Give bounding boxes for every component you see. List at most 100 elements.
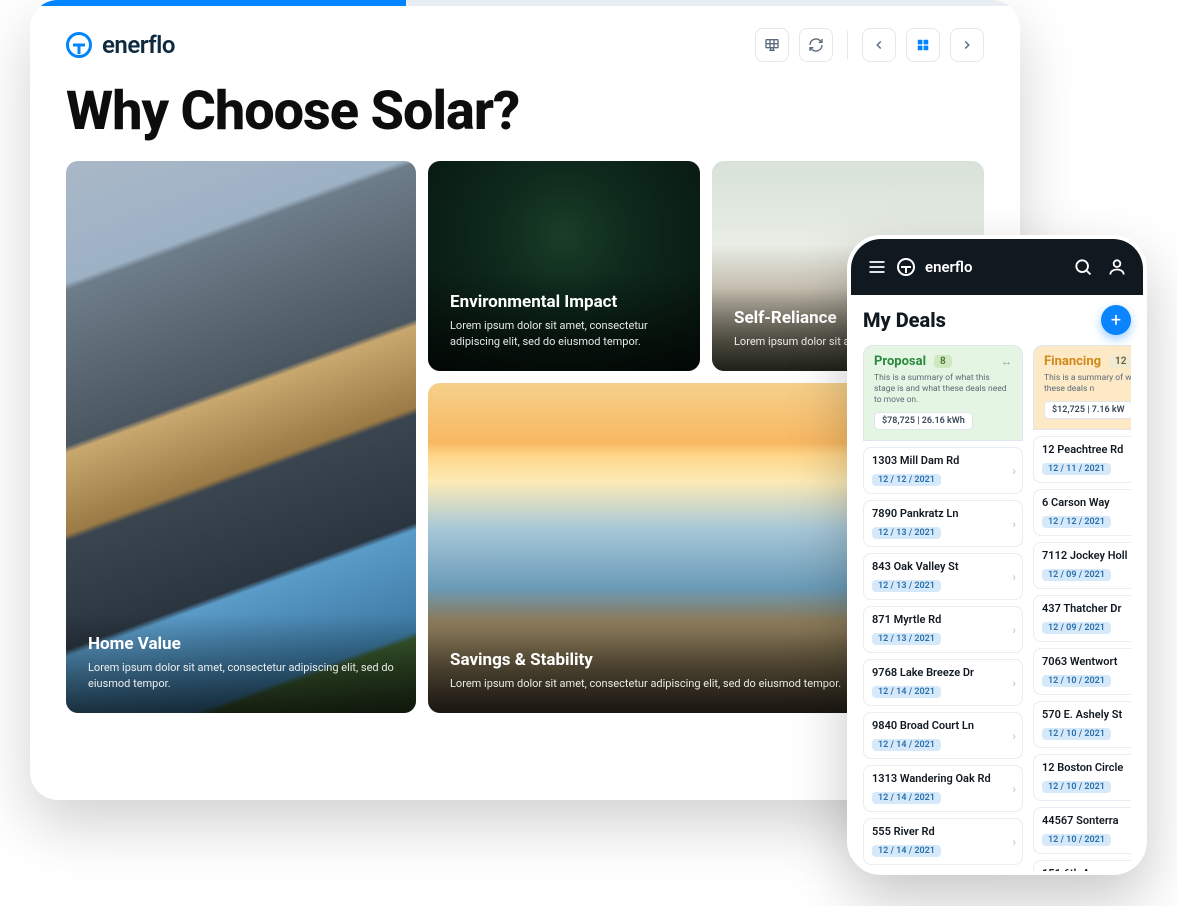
deal-date-badge: 12 / 11 / 2021	[1042, 463, 1111, 475]
card-title: Home Value	[88, 634, 394, 654]
phone-body: My Deals + Proposal 8 ↔ This is a summary o…	[851, 295, 1143, 871]
deal-address: 9768 Lake Breeze Dr	[872, 666, 1014, 679]
deal-address: 437 Thatcher Dr	[1042, 602, 1131, 615]
deal-address: 570 E. Ashely St	[1042, 708, 1131, 721]
deal-address: 151 6th Avenue	[1042, 867, 1131, 871]
deal-date-badge: 12 / 10 / 2021	[1042, 781, 1111, 793]
deal-row[interactable]: 9768 Lake Breeze Dr 12 / 14 / 2021 ›	[863, 659, 1023, 706]
chevron-left-icon[interactable]	[862, 28, 896, 62]
phone-header: enerflo	[851, 239, 1143, 295]
deal-date-badge: 12 / 14 / 2021	[872, 686, 941, 698]
deal-row[interactable]: 555 River Rd 12 / 14 / 2021 ›	[863, 818, 1023, 865]
chevron-right-icon: ›	[1012, 464, 1016, 478]
chevron-right-icon: ›	[1012, 517, 1016, 531]
deal-address: 555 River Rd	[872, 825, 1014, 838]
deal-date-badge: 12 / 10 / 2021	[1042, 675, 1111, 687]
deal-address: 12 Boston Circle	[1042, 761, 1131, 774]
card-title: Environmental Impact	[450, 292, 678, 312]
phone-window: enerflo My Deals + Proposal 8 ↔ This is a s…	[847, 235, 1147, 875]
deal-row[interactable]: 151 6th Avenue12 / 11 / 2021›	[1033, 860, 1131, 871]
hamburger-icon[interactable]	[867, 257, 887, 277]
deal-date-badge: 12 / 13 / 2021	[872, 527, 941, 539]
deal-address: 7890 Pankratz Ln	[872, 507, 1014, 520]
deal-row[interactable]: 9840 Broad Court Ln 12 / 14 / 2021 ›	[863, 712, 1023, 759]
deal-date-badge: 12 / 12 / 2021	[872, 474, 941, 486]
kanban-column-proposal: Proposal 8 ↔ This is a summary of what this…	[863, 345, 1023, 871]
card-subtitle: Lorem ipsum dolor sit amet, consectetur …	[450, 676, 870, 691]
deal-date-badge: 12 / 14 / 2021	[872, 739, 941, 751]
card-subtitle: Lorem ipsum dolor sit amet, consectetur …	[450, 318, 678, 349]
stage-name: Proposal	[874, 354, 926, 369]
deal-row[interactable]: 437 Thatcher Dr12 / 09 / 2021›	[1033, 595, 1131, 642]
deal-date-badge: 12 / 09 / 2021	[1042, 622, 1111, 634]
deal-date-badge: 12 / 13 / 2021	[872, 633, 941, 645]
grid-icon[interactable]	[906, 28, 940, 62]
deal-row[interactable]: 7063 Wentwort12 / 10 / 2021›	[1033, 648, 1131, 695]
brand: enerflo	[66, 31, 175, 59]
card-subtitle: Lorem ipsum dolor sit amet, consectetur …	[88, 660, 394, 691]
chevron-right-icon: ›	[1012, 676, 1016, 690]
page-title: Why Choose Solar?	[66, 80, 984, 143]
deal-row[interactable]: 843 Oak Valley St 12 / 13 / 2021 ›	[863, 553, 1023, 600]
deal-address: 7112 Jockey Holl	[1042, 549, 1131, 562]
page-title: My Deals	[863, 308, 946, 332]
deal-address: 44567 Sonterra	[1042, 814, 1131, 827]
stage-metric: $78,725 | 26.16 kWh	[874, 412, 973, 430]
deal-date-badge: 12 / 10 / 2021	[1042, 728, 1111, 740]
deal-address: 843 Oak Valley St	[872, 560, 1014, 573]
deal-row[interactable]: 44567 Sonterra12 / 10 / 2021›	[1033, 807, 1131, 854]
chevron-right-icon[interactable]	[950, 28, 984, 62]
chevron-right-icon: ›	[1012, 729, 1016, 743]
stage-description: This is a summary of what this stage is …	[874, 373, 1012, 406]
expand-icon[interactable]: ↔	[1001, 355, 1012, 368]
toolbar	[755, 28, 984, 62]
deal-address: 871 Myrtle Rd	[872, 613, 1014, 626]
add-button[interactable]: +	[1101, 305, 1131, 335]
chevron-right-icon: ›	[1012, 623, 1016, 637]
brand-logo-icon	[897, 258, 915, 276]
card-environmental-impact[interactable]: Environmental Impact Lorem ipsum dolor s…	[428, 161, 700, 371]
refresh-icon[interactable]	[799, 28, 833, 62]
deal-row[interactable]: 12 Peachtree Rd12 / 11 / 2021›	[1033, 436, 1131, 483]
brand-wordmark: enerflo	[102, 31, 175, 59]
deal-row[interactable]: 871 Myrtle Rd 12 / 13 / 2021 ›	[863, 606, 1023, 653]
deal-date-badge: 12 / 14 / 2021	[872, 845, 941, 857]
chevron-right-icon: ›	[1012, 570, 1016, 584]
progress-bar	[30, 0, 1020, 6]
tablet-header: enerflo	[30, 6, 1020, 72]
column-header[interactable]: Proposal 8 ↔ This is a summary of what this…	[863, 345, 1023, 441]
stage-description: This is a summary of w and what these de…	[1044, 373, 1131, 395]
chevron-right-icon: ›	[1012, 782, 1016, 796]
deal-row[interactable]: 7890 Pankratz Ln 12 / 13 / 2021 ›	[863, 500, 1023, 547]
deal-row[interactable]: 1303 Mill Dam Rd 12 / 12 / 2021 ›	[863, 447, 1023, 494]
deal-row[interactable]: 1313 Wandering Oak Rd12 / 14 / 2021›	[863, 765, 1023, 812]
deal-address: 12 Peachtree Rd	[1042, 443, 1131, 456]
deal-row[interactable]: 7112 Jockey Holl12 / 09 / 2021›	[1033, 542, 1131, 589]
deal-row[interactable]: 12 Boston Circle12 / 10 / 2021›	[1033, 754, 1131, 801]
search-icon[interactable]	[1073, 257, 1093, 277]
brand-logo-icon	[66, 32, 92, 58]
deal-row[interactable]: 570 E. Ashely St12 / 10 / 2021›	[1033, 701, 1131, 748]
toolbar-divider	[847, 31, 848, 59]
user-icon[interactable]	[1107, 257, 1127, 277]
stage-count-badge: 8	[934, 355, 952, 368]
deal-address: 6 Carson Way	[1042, 496, 1131, 509]
stage-count-badge: 12	[1109, 355, 1131, 368]
chevron-right-icon: ›	[1012, 835, 1016, 849]
deal-date-badge: 12 / 14 / 2021	[872, 792, 941, 804]
deal-date-badge: 12 / 09 / 2021	[1042, 569, 1111, 581]
kanban-columns: Proposal 8 ↔ This is a summary of what this…	[863, 345, 1131, 871]
deal-address: 1303 Mill Dam Rd	[872, 454, 1014, 467]
deal-date-badge: 12 / 13 / 2021	[872, 580, 941, 592]
deal-date-badge: 12 / 12 / 2021	[1042, 516, 1111, 528]
brand-wordmark: enerflo	[925, 258, 972, 276]
card-home-value[interactable]: Home Value Lorem ipsum dolor sit amet, c…	[66, 161, 416, 713]
kanban-column-financing: Financing12↔This is a summary of w and w…	[1033, 345, 1131, 871]
deal-date-badge: 12 / 10 / 2021	[1042, 834, 1111, 846]
stage-name: Financing	[1044, 354, 1101, 369]
deal-address: 9840 Broad Court Ln	[872, 719, 1014, 732]
solar-panel-icon[interactable]	[755, 28, 789, 62]
column-header[interactable]: Financing12↔This is a summary of w and w…	[1033, 345, 1131, 430]
deal-row[interactable]: 6 Carson Way12 / 12 / 2021›	[1033, 489, 1131, 536]
deal-address: 7063 Wentwort	[1042, 655, 1131, 668]
